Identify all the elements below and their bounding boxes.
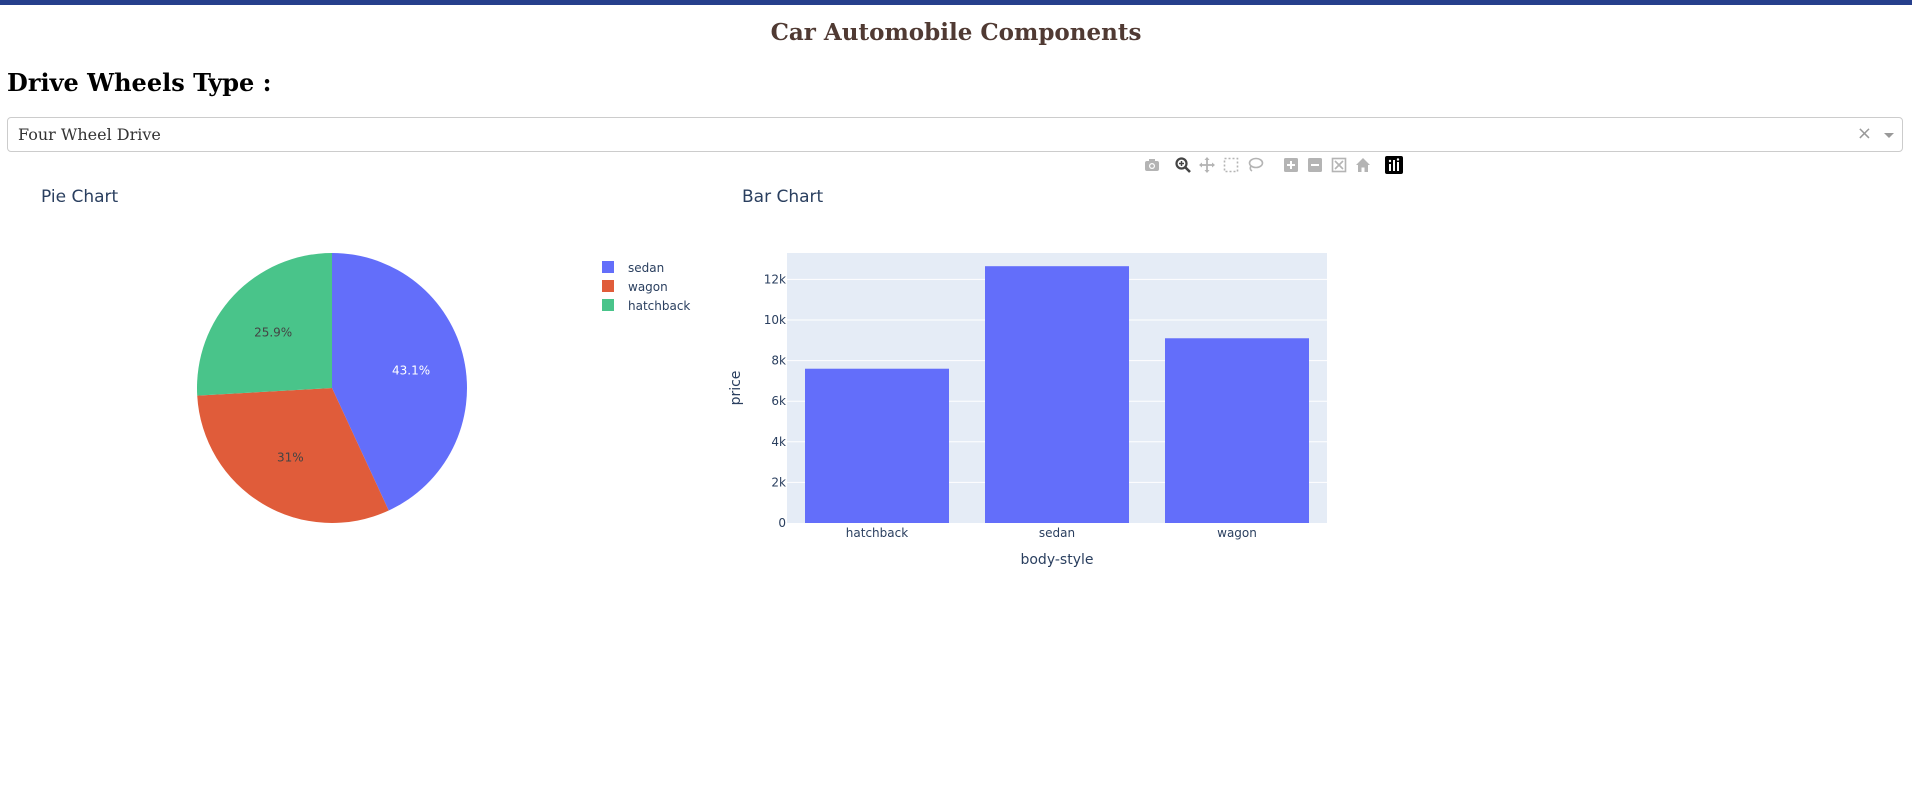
- plotly-logo-icon[interactable]: [1385, 156, 1403, 174]
- pie-legend: sedan wagon hatchback: [602, 261, 690, 313]
- bar-y-tick-label: 6k: [771, 394, 786, 408]
- top-accent-bar: [0, 0, 1912, 5]
- pie-slice-hatchback[interactable]: [197, 253, 332, 396]
- pie-slice-label-sedan: 43.1%: [392, 364, 430, 378]
- bar-y-tick-label: 12k: [764, 272, 786, 286]
- legend-label-hatchback[interactable]: hatchback: [628, 299, 690, 313]
- pie-chart: [197, 253, 468, 523]
- bar-y-tick-label: 0: [778, 516, 786, 530]
- bar-x-tick-label-hatchback: hatchback: [846, 526, 908, 540]
- legend-swatch-wagon[interactable]: [602, 280, 614, 292]
- bar-x-axis-label: body-style: [1020, 552, 1093, 568]
- bar-wagon[interactable]: [1165, 338, 1309, 523]
- drive-wheels-dropdown[interactable]: Four Wheel Drive ×: [7, 117, 1903, 152]
- bar-chart-title: Bar Chart: [742, 187, 824, 207]
- zoom-icon[interactable]: [1174, 156, 1192, 174]
- legend-swatch-hatchback[interactable]: [602, 299, 614, 311]
- bar-sedan[interactable]: [985, 266, 1129, 523]
- bar-x-tick-label-wagon: wagon: [1217, 526, 1257, 540]
- chevron-down-icon[interactable]: [1884, 133, 1894, 138]
- pan-icon[interactable]: [1198, 156, 1216, 174]
- zoom-out-icon[interactable]: [1306, 156, 1324, 174]
- legend-swatch-sedan[interactable]: [602, 261, 614, 273]
- dropdown-selected-value: Four Wheel Drive: [18, 125, 161, 144]
- camera-icon[interactable]: [1143, 156, 1161, 174]
- bar-x-tick-label-sedan: sedan: [1039, 526, 1075, 540]
- bar-y-tick-label: 10k: [764, 313, 786, 327]
- bar-y-tick-labels: 0 2k 4k 6k 8k 10k 12k: [764, 272, 786, 530]
- autoscale-icon[interactable]: [1330, 156, 1348, 174]
- drive-wheels-label: Drive Wheels Type :: [7, 68, 272, 97]
- bar-y-axis-label: price: [728, 371, 744, 406]
- pie-chart-title: Pie Chart: [41, 187, 119, 207]
- clear-icon[interactable]: ×: [1857, 123, 1872, 145]
- zoom-in-icon[interactable]: [1282, 156, 1300, 174]
- legend-label-sedan[interactable]: sedan: [628, 261, 664, 275]
- reset-axes-icon[interactable]: [1354, 156, 1372, 174]
- legend-label-wagon[interactable]: wagon: [628, 280, 668, 294]
- lasso-select-icon[interactable]: [1246, 156, 1264, 174]
- pie-slice-label-wagon: 31%: [277, 450, 304, 464]
- bar-x-tick-labels: hatchback sedan wagon: [846, 526, 1257, 540]
- pie-slice-label-hatchback: 25.9%: [254, 325, 292, 339]
- box-select-icon[interactable]: [1222, 156, 1240, 174]
- plots-area: Pie Chart 43.1%31%25.9% sedanwagonhatchb…: [41, 187, 1327, 568]
- bar-y-tick-label: 4k: [771, 435, 786, 449]
- bar-hatchback[interactable]: [805, 368, 949, 523]
- bar-y-tick-label: 2k: [771, 475, 786, 489]
- page-title: Car Automobile Components: [770, 19, 1142, 46]
- bar-y-tick-label: 8k: [771, 354, 786, 368]
